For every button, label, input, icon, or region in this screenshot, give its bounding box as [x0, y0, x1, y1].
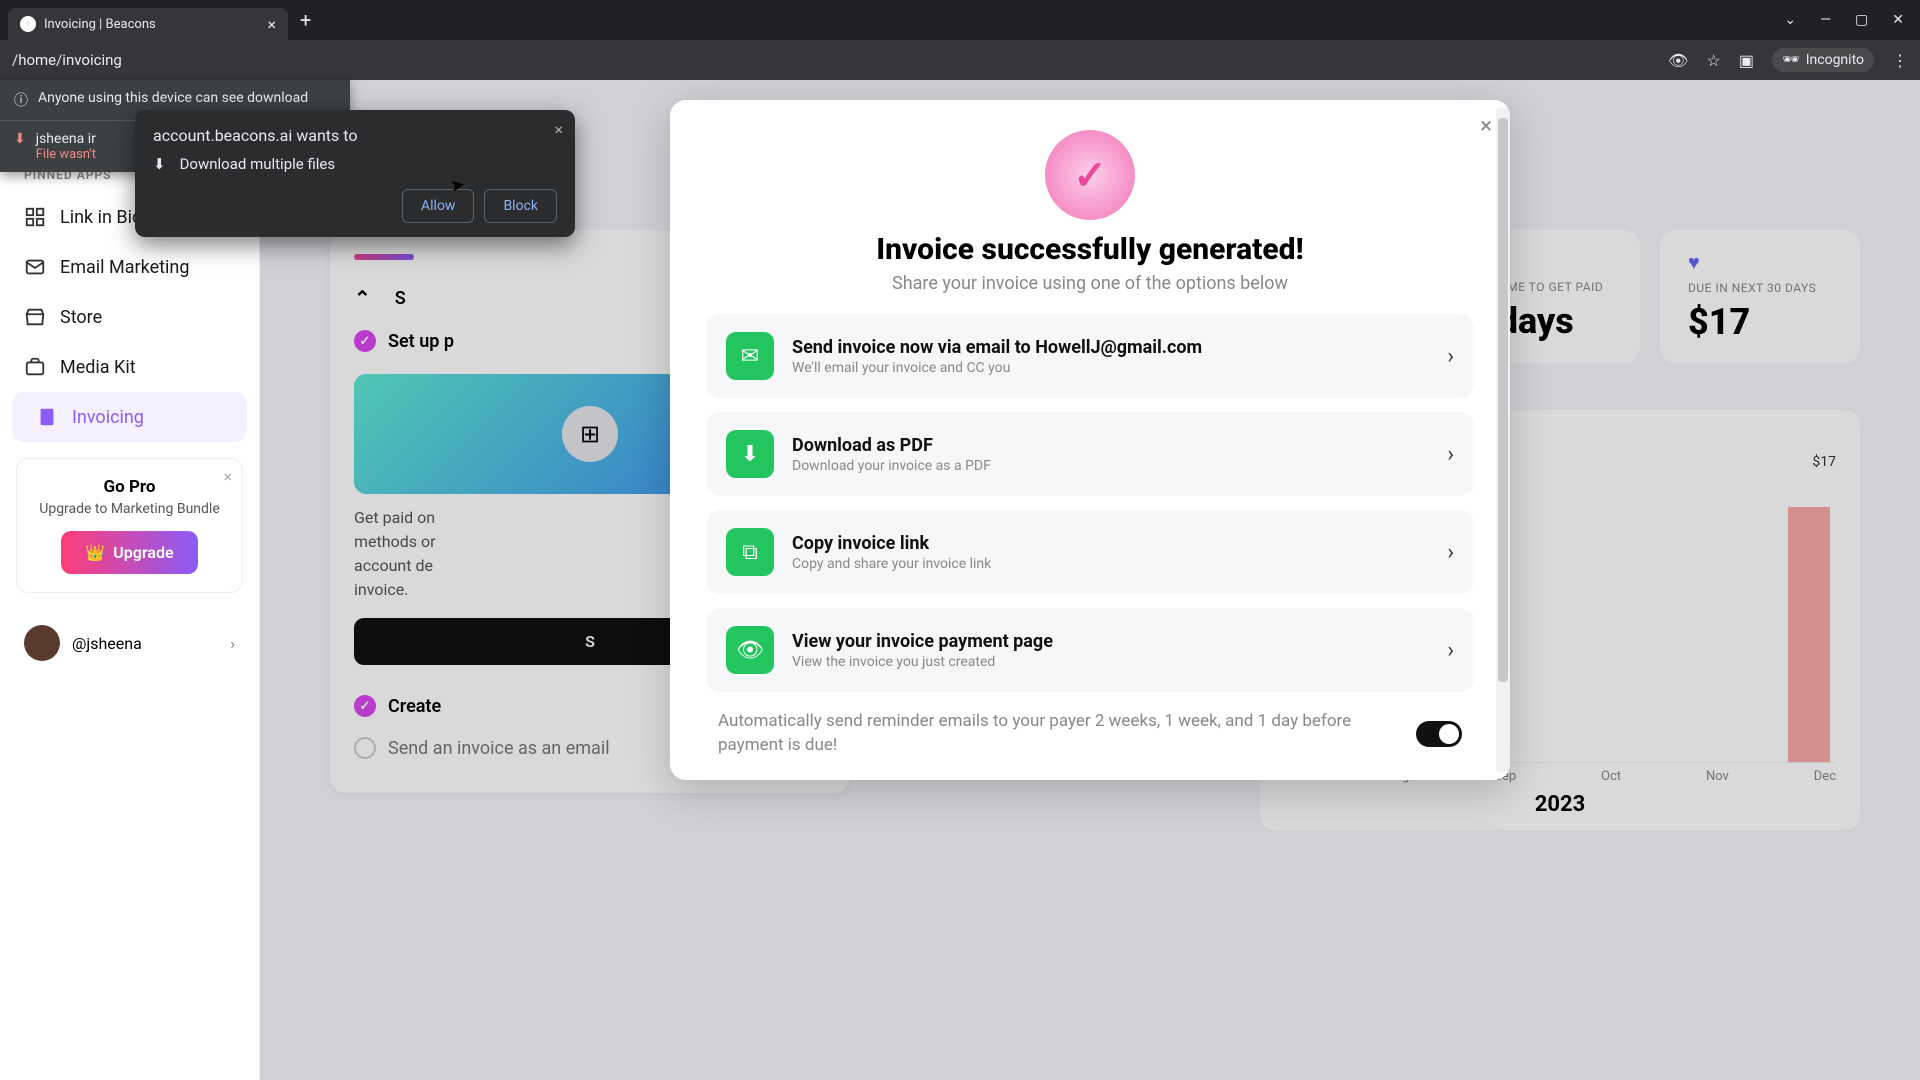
new-tab-button[interactable]: + — [300, 8, 311, 32]
url-text[interactable]: /home/invoicing — [12, 51, 1660, 69]
info-icon: ⓘ — [14, 90, 28, 110]
sidebar-item-email-marketing[interactable]: Email Marketing — [0, 242, 259, 292]
option-download-pdf[interactable]: ⬇ Download as PDF Download your invoice … — [706, 412, 1474, 496]
close-icon[interactable]: × — [554, 120, 563, 139]
block-button[interactable]: Block — [484, 189, 557, 223]
chevron-right-icon: › — [1447, 344, 1454, 369]
grid-icon — [24, 206, 46, 228]
reminder-toggle-row: Automatically send reminder emails to yo… — [706, 706, 1474, 758]
permission-action: Download multiple files — [180, 155, 336, 173]
go-pro-subtitle: Upgrade to Marketing Bundle — [35, 501, 224, 517]
briefcase-icon — [24, 356, 46, 378]
upgrade-button[interactable]: 👑 Upgrade — [61, 531, 197, 574]
sidebar-item-store[interactable]: Store — [0, 292, 259, 342]
chevron-right-icon: › — [230, 634, 235, 653]
eye-off-icon[interactable]: 👁 — [1668, 51, 1688, 70]
close-icon[interactable]: × — [1480, 114, 1492, 139]
download-file-name[interactable]: jsheena ir — [36, 131, 96, 147]
reminder-toggle[interactable] — [1416, 721, 1462, 747]
browser-tab[interactable]: ✦ Invoicing | Beacons × — [8, 8, 288, 40]
eye-icon: 👁 — [726, 626, 774, 674]
tab-title: Invoicing | Beacons — [44, 17, 156, 32]
browser-url-bar: /home/invoicing 👁 ☆ ▣ 🕶 Incognito ⋮ — [0, 40, 1920, 80]
chevron-right-icon: › — [1447, 638, 1454, 663]
mail-icon — [24, 256, 46, 278]
close-icon[interactable]: × — [223, 467, 232, 486]
option-copy-link[interactable]: ⧉ Copy invoice link Copy and share your … — [706, 510, 1474, 594]
close-window-icon[interactable]: ✕ — [1892, 12, 1904, 28]
panel-icon[interactable]: ▣ — [1739, 51, 1754, 70]
modal-subtitle: Share your invoice using one of the opti… — [706, 273, 1474, 294]
browser-tabstrip: ✦ Invoicing | Beacons × + ⌄ — ▢ ✕ — [0, 0, 1920, 40]
window-controls: ⌄ — ▢ ✕ — [1784, 12, 1920, 28]
go-pro-card: × Go Pro Upgrade to Marketing Bundle 👑 U… — [16, 458, 243, 593]
sidebar-item-label: Link in Bio — [60, 207, 142, 228]
user-profile-row[interactable]: @jsheena › — [0, 609, 259, 677]
incognito-icon: 🕶 — [1782, 52, 1800, 68]
chevron-right-icon: › — [1447, 442, 1454, 467]
go-pro-title: Go Pro — [35, 477, 224, 497]
sidebar-item-label: Store — [60, 307, 102, 328]
kebab-menu-icon[interactable]: ⋮ — [1892, 51, 1908, 70]
download-info-text: Anyone using this device can see downloa… — [38, 90, 308, 106]
sidebar-item-label: Invoicing — [72, 407, 144, 428]
download-file-warning: File wasn't — [36, 147, 96, 162]
copy-icon: ⧉ — [726, 528, 774, 576]
modal-title: Invoice successfully generated! — [706, 232, 1474, 267]
mail-icon: ✉ — [726, 332, 774, 380]
invoice-success-modal: × Invoice successfully generated! Share … — [670, 100, 1510, 780]
invoice-icon — [36, 406, 58, 428]
success-badge-icon — [1045, 130, 1135, 220]
avatar — [24, 625, 60, 661]
favicon-icon: ✦ — [20, 16, 36, 32]
modal-scrollbar[interactable] — [1496, 108, 1510, 772]
minimize-icon[interactable]: — — [1820, 12, 1831, 28]
maximize-icon[interactable]: ▢ — [1855, 12, 1868, 28]
file-warning-icon: ⬇ — [14, 131, 26, 147]
permission-origin: account.beacons.ai wants to — [153, 126, 557, 145]
pdf-icon: ⬇ — [726, 430, 774, 478]
sidebar-item-invoicing[interactable]: Invoicing — [12, 392, 247, 442]
crown-icon: 👑 — [85, 543, 105, 562]
bookmark-star-icon[interactable]: ☆ — [1706, 51, 1720, 70]
download-icon: ⬇ — [153, 155, 166, 173]
chevron-right-icon: › — [1447, 540, 1454, 565]
option-send-email[interactable]: ✉ Send invoice now via email to HowellJ@… — [706, 314, 1474, 398]
user-handle: @jsheena — [72, 634, 142, 653]
store-icon — [24, 306, 46, 328]
incognito-badge: 🕶 Incognito — [1772, 48, 1874, 72]
sidebar-item-media-kit[interactable]: Media Kit — [0, 342, 259, 392]
close-tab-icon[interactable]: × — [267, 15, 276, 34]
sidebar-item-label: Email Marketing — [60, 257, 189, 278]
option-view-page[interactable]: 👁 View your invoice payment page View th… — [706, 608, 1474, 692]
sidebar-item-label: Media Kit — [60, 357, 136, 378]
permission-prompt: × account.beacons.ai wants to ⬇ Download… — [135, 110, 575, 237]
chevron-down-icon[interactable]: ⌄ — [1784, 12, 1796, 28]
